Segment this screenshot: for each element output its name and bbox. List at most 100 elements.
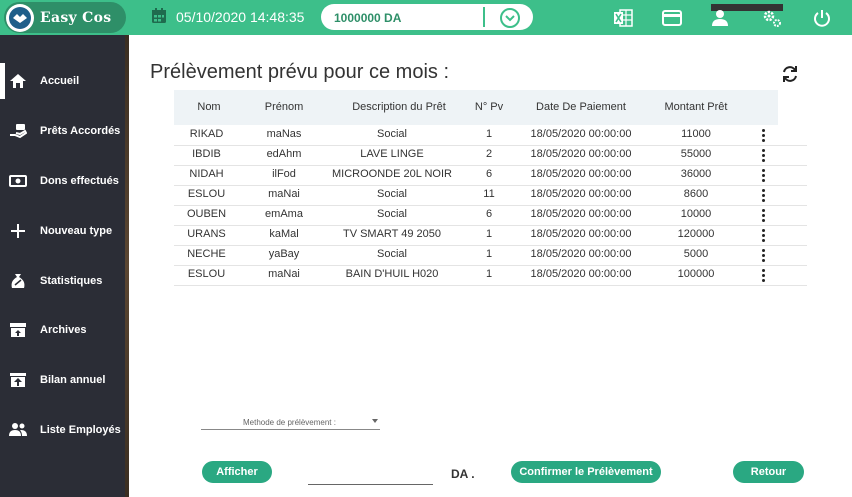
more-vert-icon[interactable]: [762, 249, 766, 263]
more-vert-icon[interactable]: [762, 129, 766, 143]
afficher-button[interactable]: Afficher: [202, 461, 272, 483]
power-icon[interactable]: [812, 8, 832, 28]
method-select[interactable]: Methode de prélèvement :: [201, 411, 380, 430]
page-title: Prélèvement prévu pour ce mois :: [150, 61, 450, 83]
sidebar-edge: [125, 35, 129, 497]
cell-montant: 11000: [681, 128, 711, 140]
cell-prenom: edAhm: [266, 148, 302, 160]
cell-description: Social: [377, 188, 407, 200]
cell-montant: 5000: [683, 248, 709, 260]
currency-label: DA .: [451, 467, 475, 481]
cell-date: 18/05/2020 00:00:00: [530, 208, 632, 220]
table-row[interactable]: URANS kaMal TV SMART 49 2050 1 18/05/202…: [174, 225, 807, 246]
home-icon: [8, 71, 28, 91]
table-header: Nom Prénom Description du Prêt N° Pv Dat…: [174, 90, 778, 125]
cell-description: Social: [377, 248, 407, 260]
table-row[interactable]: NIDAH ilFod MICROONDE 20L NOIR 6 18/05/2…: [174, 165, 807, 186]
cell-nom: ESLOU: [187, 268, 226, 280]
sidebar-item-dons[interactable]: Dons effectués: [0, 161, 125, 201]
gear-icon[interactable]: [762, 8, 782, 28]
cell-nom: ESLOU: [187, 188, 226, 200]
cell-description: BAIN D'HUIL H020: [345, 268, 439, 280]
cell-prenom: emAma: [265, 208, 303, 220]
more-vert-icon[interactable]: [762, 269, 766, 283]
hand-money-icon: [8, 121, 28, 141]
sidebar-item-accueil[interactable]: Accueil: [0, 61, 125, 101]
table-row[interactable]: RIKAD maNas Social 1 18/05/2020 00:00:00…: [174, 125, 807, 146]
table-row[interactable]: NECHE yaBay Social 1 18/05/2020 00:00:00…: [174, 245, 807, 266]
calendar-icon: [152, 8, 166, 23]
sidebar-item-label: Archives: [40, 324, 87, 336]
caret-down-icon: [372, 419, 378, 423]
balance-value: 1000000 DA: [334, 11, 402, 25]
sidebar-item-archives[interactable]: Archives: [0, 310, 125, 350]
plus-icon: [8, 221, 28, 241]
cell-date: 18/05/2020 00:00:00: [530, 228, 632, 240]
more-vert-icon[interactable]: [762, 229, 766, 243]
top-bar: Easy Cos 05/10/2020 14:48:35 1000000 DA: [0, 0, 852, 35]
cell-date: 18/05/2020 00:00:00: [530, 248, 632, 260]
chevron-down-icon[interactable]: [500, 8, 520, 28]
cell-nom: NECHE: [187, 248, 226, 260]
cell-prenom: maNai: [268, 268, 300, 280]
table-row[interactable]: OUBEN emAma Social 6 18/05/2020 00:00:00…: [174, 205, 807, 226]
cell-description: Social: [377, 128, 407, 140]
archive-icon: [8, 320, 28, 340]
cell-prenom: kaMal: [269, 228, 299, 240]
sidebar-item-label: Liste Employés: [40, 424, 121, 436]
table-row[interactable]: IBDIB edAhm LAVE LINGE 2 18/05/2020 00:0…: [174, 145, 807, 166]
cell-date: 18/05/2020 00:00:00: [530, 168, 632, 180]
column-header-num-pv[interactable]: N° Pv: [474, 90, 504, 125]
cell-montant: 10000: [680, 208, 712, 220]
more-vert-icon[interactable]: [762, 189, 766, 203]
sidebar-item-liste-employes[interactable]: Liste Employés: [0, 410, 125, 450]
cell-num-pv: 1: [485, 128, 493, 140]
cell-nom: RIKAD: [189, 128, 224, 140]
cell-num-pv: 11: [483, 188, 495, 200]
refresh-icon[interactable]: [780, 64, 800, 84]
amount-input[interactable]: [308, 464, 433, 485]
sidebar-item-label: Dons effectués: [40, 175, 119, 187]
app-logo: Easy Cos: [4, 2, 126, 33]
cell-date: 18/05/2020 00:00:00: [530, 148, 632, 160]
column-header-prenom[interactable]: Prénom: [244, 90, 324, 125]
column-header-date[interactable]: Date De Paiement: [506, 90, 656, 125]
column-header-nom[interactable]: Nom: [174, 90, 244, 125]
user-icon[interactable]: [710, 8, 730, 28]
table-row[interactable]: ESLOU maNai BAIN D'HUIL H020 1 18/05/202…: [174, 265, 807, 286]
cell-nom: OUBEN: [186, 208, 227, 220]
cell-nom: NIDAH: [189, 168, 224, 180]
column-header-montant[interactable]: Montant Prêt: [656, 90, 736, 125]
excel-icon[interactable]: [613, 8, 633, 28]
cell-num-pv: 2: [485, 148, 493, 160]
sidebar-item-label: Accueil: [40, 75, 80, 87]
cell-montant: 8600: [683, 188, 709, 200]
cell-num-pv: 6: [485, 168, 493, 180]
more-vert-icon[interactable]: [762, 169, 766, 183]
credit-card-icon[interactable]: [662, 8, 682, 28]
confirm-withdrawal-button[interactable]: Confirmer le Prélèvement: [511, 461, 661, 483]
table-row[interactable]: ESLOU maNai Social 11 18/05/2020 00:00:0…: [174, 185, 807, 206]
sidebar-item-nouveau-type[interactable]: Nouveau type: [0, 211, 125, 251]
sidebar-item-statistiques[interactable]: Statistiques: [0, 261, 125, 301]
cell-prenom: ilFod: [272, 168, 296, 180]
sidebar-item-label: Bilan annuel: [40, 374, 106, 386]
column-header-description[interactable]: Description du Prêt: [324, 90, 474, 125]
more-vert-icon[interactable]: [762, 149, 766, 163]
sidebar-item-label: Statistiques: [40, 275, 103, 287]
people-icon: [8, 420, 28, 440]
upload-box-icon: [8, 370, 28, 390]
more-vert-icon[interactable]: [762, 209, 766, 223]
sidebar-item-prets-accordes[interactable]: Prêts Accordés: [0, 111, 125, 151]
sidebar-item-bilan-annuel[interactable]: Bilan annuel: [0, 360, 125, 400]
cell-montant: 36000: [680, 168, 712, 180]
retour-button[interactable]: Retour: [733, 461, 804, 483]
sidebar-item-label: Nouveau type: [40, 225, 113, 237]
cell-num-pv: 6: [485, 208, 493, 220]
cell-prenom: maNas: [266, 128, 302, 140]
balance-selector[interactable]: 1000000 DA: [321, 4, 783, 30]
cell-prenom: maNai: [268, 188, 300, 200]
cell-num-pv: 1: [485, 248, 493, 260]
cell-description: TV SMART 49 2050: [342, 228, 442, 240]
method-select-label: Methode de prélèvement :: [243, 418, 336, 427]
